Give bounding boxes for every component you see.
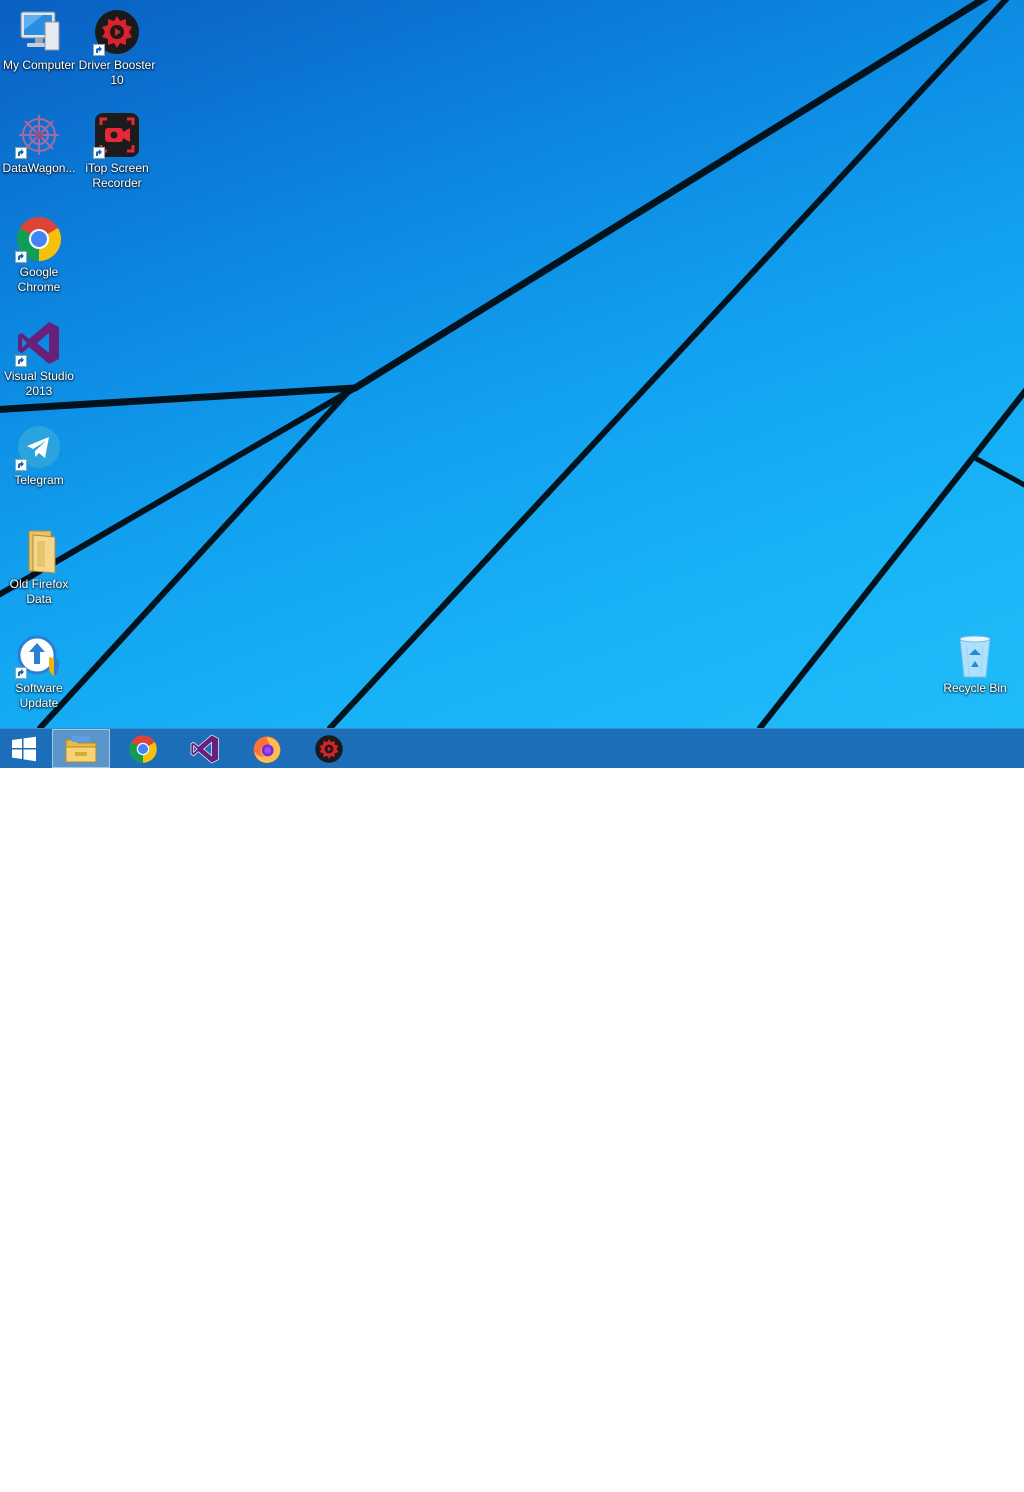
recycle-bin-icon bbox=[951, 631, 999, 679]
desktop-icon-label: iTop Screen Recorder bbox=[85, 161, 149, 190]
taskbar-google-chrome[interactable] bbox=[114, 729, 172, 768]
desktop-icon-label: DataWagon... bbox=[2, 161, 76, 175]
clock-date: 2/7/2023 bbox=[956, 1477, 1004, 1491]
taskbar-driver-booster[interactable] bbox=[300, 729, 358, 768]
shortcut-arrow-icon bbox=[15, 459, 27, 471]
shortcut-arrow-icon bbox=[15, 147, 27, 159]
chrome-icon bbox=[129, 734, 157, 763]
desktop-icon-visual-studio[interactable]: Visual Studio 2013 bbox=[0, 319, 78, 399]
shortcut-arrow-icon bbox=[15, 355, 27, 367]
desktop-icon-old-firefox-data[interactable]: Old Firefox Data bbox=[0, 527, 78, 607]
taskbar: 8:22 AM 2/7/2023 bbox=[0, 728, 1024, 1491]
visual-studio-icon bbox=[15, 319, 63, 367]
desktop-icon-label: Visual Studio 2013 bbox=[4, 369, 74, 398]
chrome-icon bbox=[15, 215, 63, 263]
desktop-icon-label: Telegram bbox=[14, 473, 64, 487]
desktop-icon-label: Recycle Bin bbox=[943, 681, 1007, 695]
desktop-icon-label: My Computer bbox=[2, 58, 76, 72]
desktop-icon-driver-booster[interactable]: Driver Booster 10 bbox=[78, 8, 156, 88]
windows-logo-icon bbox=[12, 736, 36, 761]
shortcut-arrow-icon bbox=[93, 44, 105, 56]
clock-time: 8:22 AM bbox=[957, 1461, 1003, 1475]
desktop-icon-telegram[interactable]: Telegram bbox=[0, 423, 78, 488]
telegram-icon bbox=[15, 423, 63, 471]
desktop-icon-software-update[interactable]: Software Update bbox=[0, 631, 78, 711]
firefox-icon bbox=[253, 735, 281, 763]
start-button[interactable] bbox=[0, 729, 48, 768]
desktop-icon-label: Software Update bbox=[15, 681, 63, 710]
my-computer-icon bbox=[15, 8, 63, 56]
shortcut-arrow-icon bbox=[93, 147, 105, 159]
software-update-icon bbox=[15, 631, 63, 679]
volume-icon[interactable] bbox=[921, 1469, 937, 1485]
network-icon[interactable] bbox=[898, 1469, 914, 1485]
taskbar-visual-studio[interactable] bbox=[176, 729, 234, 768]
desktop-icon-label: Old Firefox Data bbox=[9, 577, 69, 606]
desktop-icon-recycle-bin[interactable]: Recycle Bin bbox=[936, 631, 1014, 696]
driver-booster-icon bbox=[315, 734, 343, 763]
desktop-icon-datawagon[interactable]: DataWagon... bbox=[0, 111, 78, 176]
desktop-icon-label: Google Chrome bbox=[17, 265, 61, 294]
folder-icon bbox=[15, 527, 63, 575]
desktop-background[interactable]: My Computer Driver Booster 10 DataWagon.… bbox=[0, 0, 1024, 728]
desktop-icon-label: Driver Booster 10 bbox=[78, 58, 156, 87]
wallpaper-lines bbox=[0, 0, 1024, 728]
shortcut-arrow-icon bbox=[15, 251, 27, 263]
system-clock[interactable]: 8:22 AM 2/7/2023 bbox=[944, 1460, 1016, 1492]
desktop-icon-google-chrome[interactable]: Google Chrome bbox=[0, 215, 78, 295]
shortcut-arrow-icon bbox=[15, 667, 27, 679]
desktop-icon-itop-screen-recorder[interactable]: iTop Screen Recorder bbox=[78, 111, 156, 191]
datawagon-icon bbox=[15, 111, 63, 159]
taskbar-file-explorer[interactable] bbox=[52, 729, 110, 768]
file-explorer-icon bbox=[65, 735, 97, 762]
itop-screen-recorder-icon bbox=[93, 111, 141, 159]
taskbar-firefox[interactable] bbox=[238, 729, 296, 768]
desktop-icon-my-computer[interactable]: My Computer bbox=[0, 8, 78, 73]
visual-studio-icon bbox=[190, 734, 219, 763]
driver-booster-icon bbox=[93, 8, 141, 56]
